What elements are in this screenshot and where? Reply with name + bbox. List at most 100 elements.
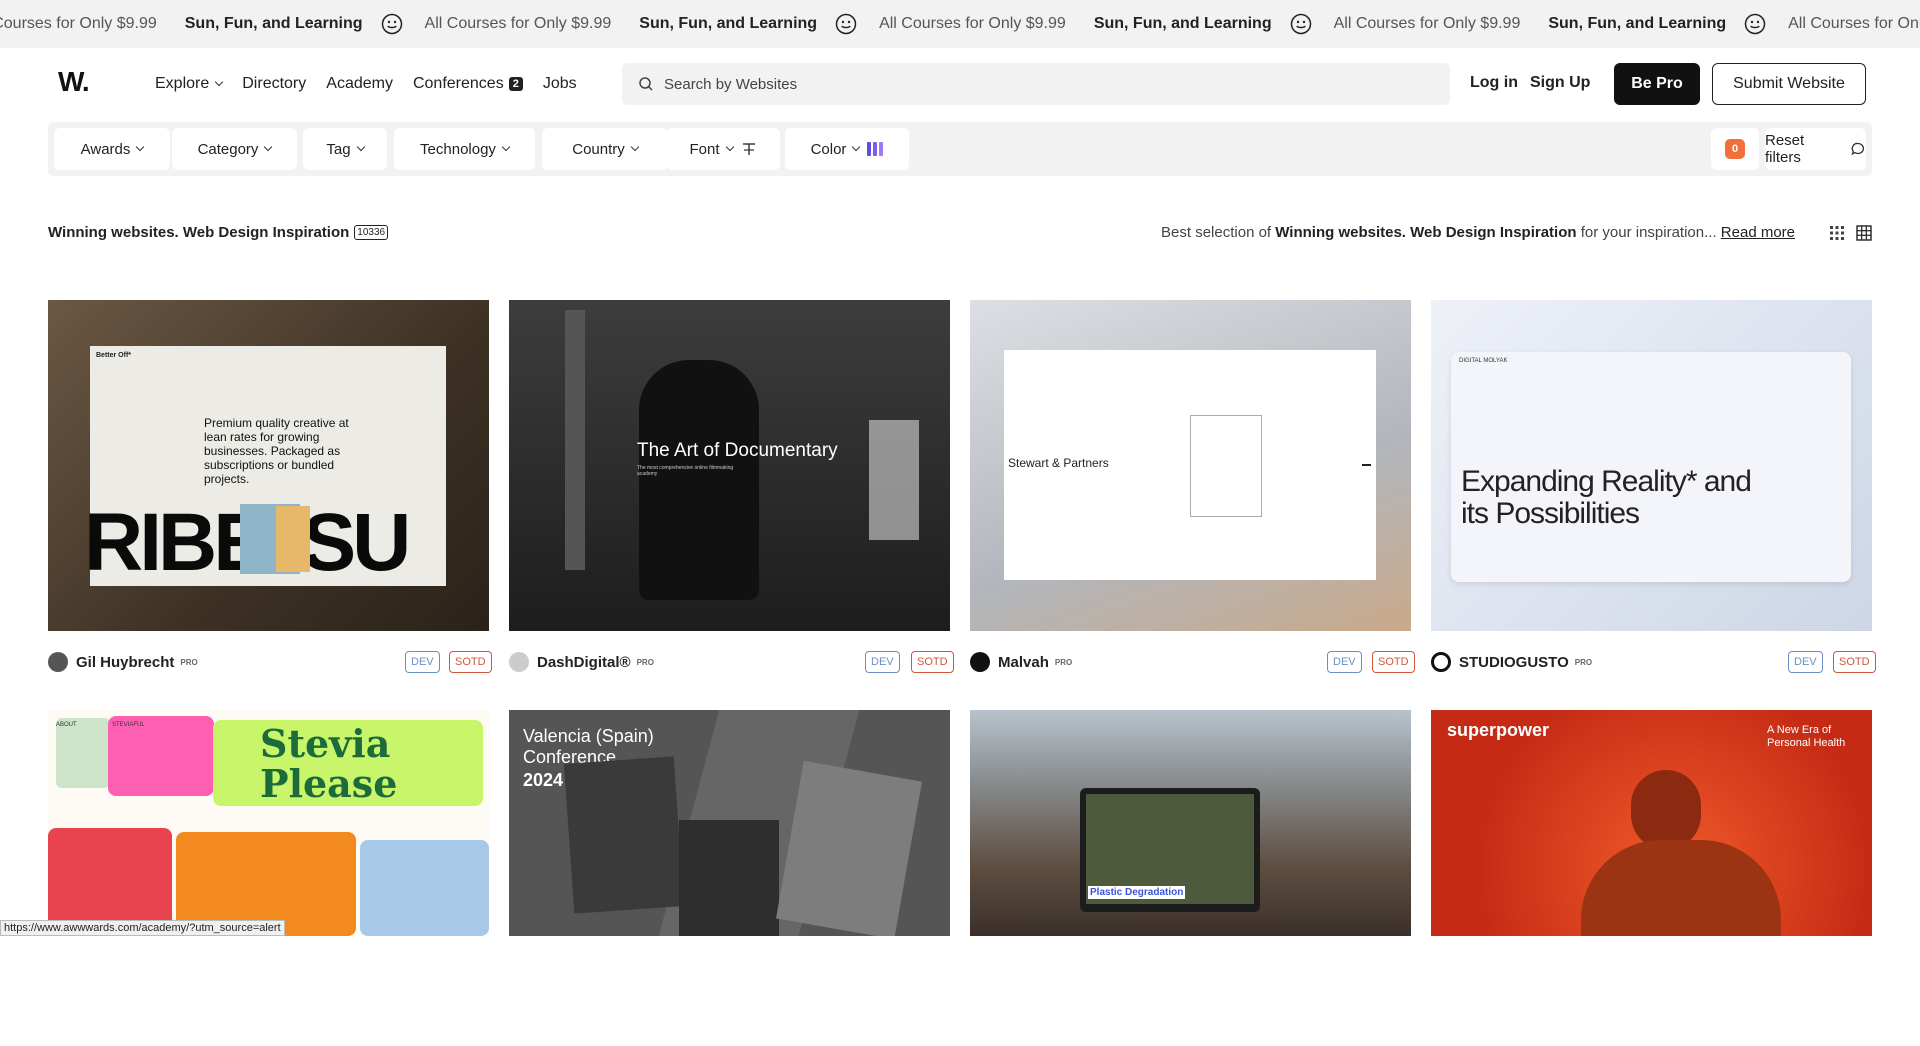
card-window [869,420,919,540]
ticker-item[interactable]: All Courses for Only $9.99Sun, Fun, and … [1334,13,1789,35]
ticker-headline-text: Sun, Fun, and Learning [184,15,363,32]
ticker-item[interactable]: All Courses for Only $9.99 Sun, Fun, and … [0,13,425,35]
card-image [276,506,310,572]
color-swatch [879,142,884,156]
card-headline: The Art of Documentary [637,440,838,461]
chat-bubble-icon [1851,142,1865,156]
site-card-thumbnail[interactable]: Stevia Please ABOUT STEVIAFUL [48,710,489,936]
dev-award-badge: DEV [405,651,440,673]
filter-category[interactable]: Category [172,128,297,170]
card-brand: Better Off* [96,352,132,359]
color-swatch [873,142,878,156]
grid-large-view-icon[interactable] [1856,225,1872,241]
site-card-thumbnail[interactable]: Stewart & Partners [970,300,1411,631]
color-swatch [867,142,872,156]
card-headline: Expanding Reality* and its Possibilities [1461,465,1752,530]
chevron-down-icon [725,142,734,152]
card-block [108,716,214,796]
smiley-icon [835,13,857,35]
card-portrait [679,820,779,936]
author-name[interactable]: DashDigital® [537,654,631,671]
be-pro-button[interactable]: Be Pro [1614,63,1700,105]
page-title: Winning websites. Web Design Inspiration… [48,224,389,241]
chevron-down-icon [501,142,511,152]
card-pillar [565,310,585,570]
site-card-thumbnail[interactable]: Plastic Degradation [970,710,1411,936]
search-input[interactable] [664,75,1364,93]
card-meta: STUDIOGUSTO PRO DEV SOTD [1431,650,1876,674]
author-name[interactable]: Gil Huybrecht [76,654,174,671]
color-swatches-icon [867,142,884,156]
filter-color-label: Color [810,140,847,158]
ticker-offer-text: All Courses for Only $9.99 [1788,15,1920,32]
desc-prefix: Best selection of [1161,224,1276,241]
filter-color[interactable]: Color [785,128,909,170]
ticker-item[interactable]: All Courses for Only $9.99Sun, Fun, and … [1788,13,1920,35]
card-label: ABOUT [56,722,77,728]
card-meta: Gil Huybrecht PRO DEV SOTD [48,650,492,674]
filter-technology[interactable]: Technology [394,128,535,170]
nav-directory[interactable]: Directory [242,75,306,93]
nav-academy[interactable]: Academy [326,75,393,93]
card-headline: superpower [1447,720,1550,740]
ticker-offer-text: All Courses for Only $9.99 [1333,15,1521,32]
pro-badge: PRO [636,657,654,667]
chevron-down-icon [136,142,145,152]
site-card-thumbnail[interactable]: Valencia (Spain) Conference 2024 [509,710,950,936]
search-bar[interactable] [622,63,1450,105]
card-headline: Stevia Please [260,721,398,806]
grid-small-view-icon[interactable] [1829,225,1845,241]
site-card-thumbnail[interactable]: superpower A New Era of Personal Health [1431,710,1872,936]
signup-link[interactable]: Sign Up [1530,74,1590,92]
active-filters-count[interactable]: 0 [1711,128,1759,170]
font-icon [742,143,755,155]
filter-font[interactable]: Font [666,128,780,170]
sotd-award-badge: SOTD [449,651,492,673]
filter-awards-label: Awards [80,140,131,158]
card-meta: DashDigital® PRO DEV SOTD [509,650,954,674]
ticker-item[interactable]: All Courses for Only $9.99Sun, Fun, and … [879,13,1334,35]
site-card-thumbnail[interactable]: DIGITAL MOLYAK Expanding Reality* and it… [1431,300,1872,631]
desc-bold: Winning websites. Web Design Inspiration [1275,224,1577,241]
ticker-headline-text: Sun, Fun, and Learning [1093,15,1272,32]
card-mockup-screen: DIGITAL MOLYAK Expanding Reality* and it… [1451,352,1851,582]
nav-conferences[interactable]: Conferences 2 [413,75,523,93]
avatar[interactable] [48,652,68,672]
avatar[interactable] [509,652,529,672]
smiley-icon [381,13,402,35]
menu-icon [1362,464,1371,466]
reset-filters-button[interactable]: Reset filters [1765,128,1866,170]
filter-awards[interactable]: Awards [54,128,170,170]
chevron-down-icon [215,77,224,87]
site-card-thumbnail[interactable]: The Art of Documentary The most comprehe… [509,300,950,631]
card-subheading: A New Era of Personal Health [1767,724,1846,749]
ticker-item[interactable]: All Courses for Only $9.99Sun, Fun, and … [425,13,880,35]
submit-website-button[interactable]: Submit Website [1712,63,1866,105]
nav-explore[interactable]: Explore [155,75,224,93]
sotd-award-badge: SOTD [1372,651,1415,673]
author-name[interactable]: Malvah [998,654,1049,671]
filter-tag[interactable]: Tag [303,128,387,170]
author-name[interactable]: STUDIOGUSTO [1459,654,1569,671]
desc-suffix: for your inspiration... [1576,224,1717,241]
awwwards-logo[interactable]: W. [58,66,90,98]
avatar[interactable] [1431,652,1451,672]
card-mockup-screen: Stewart & Partners [1004,350,1376,580]
nav-jobs[interactable]: Jobs [543,75,577,93]
read-more-link[interactable]: Read more [1721,224,1795,241]
ticker-offer-text: All Courses for Only $9.99 [0,15,157,32]
filter-font-label: Font [689,140,720,158]
filter-country[interactable]: Country [542,128,668,170]
promo-ticker[interactable]: All Courses for Only $9.99 Sun, Fun, and … [0,0,1920,48]
card-label: STEVIAFUL [112,722,145,728]
page-title-text: Winning websites. Web Design Inspiration [48,224,350,241]
pro-badge: PRO [180,657,198,667]
login-link[interactable]: Log in [1470,74,1518,92]
card-meta: Malvah PRO DEV SOTD [970,650,1415,674]
smiley-icon [1744,13,1766,35]
avatar[interactable] [970,652,990,672]
pro-badge: PRO [1574,657,1593,667]
smiley-icon [1290,13,1311,35]
site-card-thumbnail[interactable]: Better Off* Premium quality creative at … [48,300,489,631]
filter-count-badge: 0 [1725,139,1745,159]
